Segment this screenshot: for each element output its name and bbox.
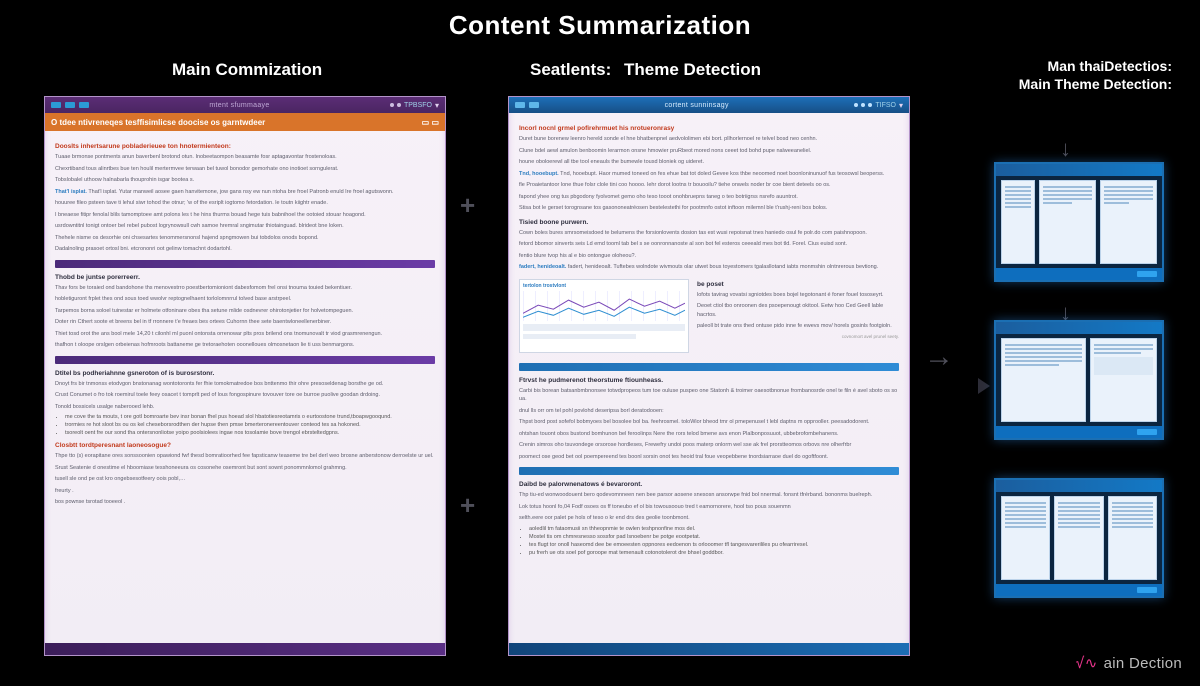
thumbnail-1: [994, 162, 1164, 282]
divider-bar-purple-2: [55, 356, 435, 364]
plus-icon: +: [460, 190, 475, 221]
document-panel-right: cortent sunninsagy TIFSO ▾ Incorl nocnl …: [508, 96, 910, 656]
doc-left-footer: [45, 643, 445, 655]
doc-right-footer: [509, 643, 909, 655]
label-right-line1: Man thaiDetectios:: [1048, 58, 1172, 74]
thumbnail-2: [994, 320, 1164, 440]
doc-left-topbar: mtent sfummaaye TPBSFO ▾: [45, 97, 445, 113]
doc-right-bullets: aoledlil tm fataomusii sn thheopnmie te …: [529, 526, 899, 556]
label-right-line2: Main Theme Detection:: [1019, 76, 1172, 92]
arrow-down-icon: ↓: [1060, 136, 1071, 162]
doc-right-topbar-right: TIFSO ▾: [854, 101, 903, 110]
doc-right-sec2-title: Tisied boone purwern.: [519, 219, 899, 226]
brand-watermark: √∿ ain Dection: [1075, 654, 1182, 672]
doc-right-sec4-title: Daibd be palorwnenatows é bevaroront.: [519, 481, 899, 488]
doc-right-rightblock-title: be poset: [697, 281, 899, 288]
chevron-down-icon: ▾: [435, 101, 439, 110]
doc-right-body: Incorl nocnl grmel pofirehrmuet his nrot…: [509, 113, 909, 568]
sparkline-icon: [523, 291, 685, 321]
arrow-pointer-icon: [978, 378, 990, 394]
doc-right-topbar-title: cortent sunninsagy: [543, 102, 850, 109]
column-label-left: Main Commization: [172, 60, 322, 80]
doc-left-body: Dooslts inhertsarune pobladerieuee ton h…: [45, 131, 445, 520]
divider-bar-blue-2: [519, 467, 899, 475]
doc-left-sec3-title: Dtitel bs podheriahnne gsneroton of is b…: [55, 370, 435, 377]
waveform-icon: √∿: [1075, 654, 1097, 672]
arrow-right-icon: →: [924, 340, 954, 374]
divider-bar-purple: [55, 260, 435, 268]
doc-left-sec2-title: Thobd be juntse porerreerr.: [55, 274, 435, 281]
doc-right-sec3-title: Ftrvst he pudmerenot theorstume ftiounhe…: [519, 377, 899, 384]
doc-right-headline: Incorl nocnl grmel pofirehrmuet his nrot…: [519, 125, 899, 132]
page-title: Content Summarization: [0, 10, 1200, 41]
lock-icon: ▭ ▭: [422, 118, 439, 127]
diagram-stage: Content Summarization Main Commization S…: [0, 0, 1200, 686]
plus-icon: +: [460, 490, 475, 521]
doc-left-topbar-right: TPBSFO ▾: [390, 101, 439, 110]
doc-left-headline: Dooslts inhertsarune pobladerieuee ton h…: [55, 143, 435, 150]
doc-left-topbar-title: mtent sfummaaye: [93, 102, 386, 109]
column-label-mid: Seatlents:: [530, 60, 611, 80]
thumbnail-3: [994, 478, 1164, 598]
doc-left-bullets: me cove the ta mouts, t ore gotl bomroar…: [65, 414, 435, 436]
column-label-right: Man thaiDetectios: Main Theme Detection:: [982, 58, 1172, 93]
column-label-theme: Theme Detection: [624, 60, 761, 80]
divider-bar-blue: [519, 363, 899, 371]
doc-left-orangebar: O tdee ntivreneqes tesffisimlicse doocis…: [45, 113, 445, 131]
document-panel-left: mtent sfummaaye TPBSFO ▾ O tdee ntivrene…: [44, 96, 446, 656]
chevron-down-icon: ▾: [899, 101, 903, 110]
embedded-chart: tertolon trostvlont: [519, 279, 689, 353]
doc-right-topbar: cortent sunninsagy TIFSO ▾: [509, 97, 909, 113]
doc-left-sec4-title: Closbtt tordtperesnant laoneosogue?: [55, 442, 435, 449]
